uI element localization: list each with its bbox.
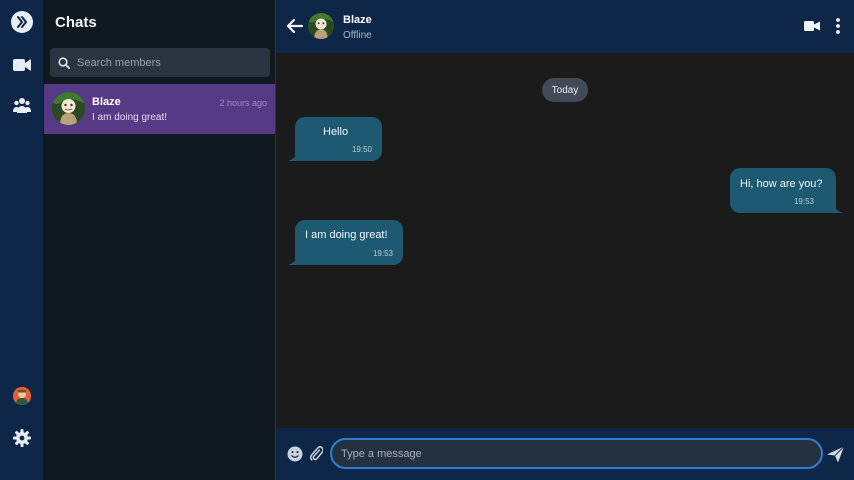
contact-avatar	[52, 92, 85, 125]
emoji-icon[interactable]	[287, 446, 303, 462]
people-icon[interactable]	[12, 95, 32, 115]
gear-icon[interactable]	[12, 428, 32, 448]
conversation-panel: Blaze Offline Today Hello 19:50 Hi, how …	[276, 0, 854, 480]
left-rail	[0, 0, 44, 480]
chat-item-preview: I am doing great!	[92, 112, 168, 123]
user-avatar[interactable]	[13, 387, 31, 405]
message-time: 19:53	[372, 249, 393, 258]
message-bubble-incoming: Hello 19:50	[288, 117, 382, 161]
search-icon	[58, 56, 70, 69]
logo-icon[interactable]	[11, 11, 33, 33]
chat-list-item[interactable]: Blaze 2 hours ago I am doing great!	[44, 84, 275, 134]
bubble-tail	[288, 151, 300, 161]
message-text: Hi, how are you?	[740, 178, 823, 190]
message-time: 19:50	[351, 145, 372, 154]
contact-name: Blaze	[343, 14, 372, 26]
contact-avatar[interactable]	[308, 13, 334, 39]
chat-item-time: 2 hours ago	[219, 98, 267, 108]
attachment-icon[interactable]	[309, 444, 323, 462]
conversation-header: Blaze Offline	[276, 0, 854, 53]
message-input[interactable]	[330, 438, 823, 469]
message-time: 19:53	[793, 197, 814, 206]
send-icon[interactable]	[826, 445, 845, 464]
bubble-tail	[831, 203, 843, 213]
contact-status: Offline	[343, 30, 372, 41]
message-bubble-outgoing: Hi, how are you? 19:53	[730, 168, 843, 213]
chat-list-panel: Chats Blaze 2 hours ago I am doing great…	[44, 0, 276, 480]
search-box[interactable]	[50, 48, 270, 77]
chat-item-name: Blaze	[92, 96, 121, 108]
video-call-icon[interactable]	[804, 18, 820, 34]
more-options-icon[interactable]	[834, 17, 842, 35]
message-text: Hello	[323, 126, 349, 138]
message-text: I am doing great!	[305, 229, 388, 241]
chats-title: Chats	[55, 14, 97, 31]
search-input[interactable]	[77, 56, 257, 69]
video-call-icon[interactable]	[12, 55, 32, 75]
message-bubble-incoming: I am doing great! 19:53	[288, 220, 403, 265]
day-separator: Today	[542, 78, 588, 102]
back-arrow-icon[interactable]	[286, 17, 304, 35]
message-composer	[276, 428, 854, 480]
bubble-tail	[288, 255, 300, 265]
